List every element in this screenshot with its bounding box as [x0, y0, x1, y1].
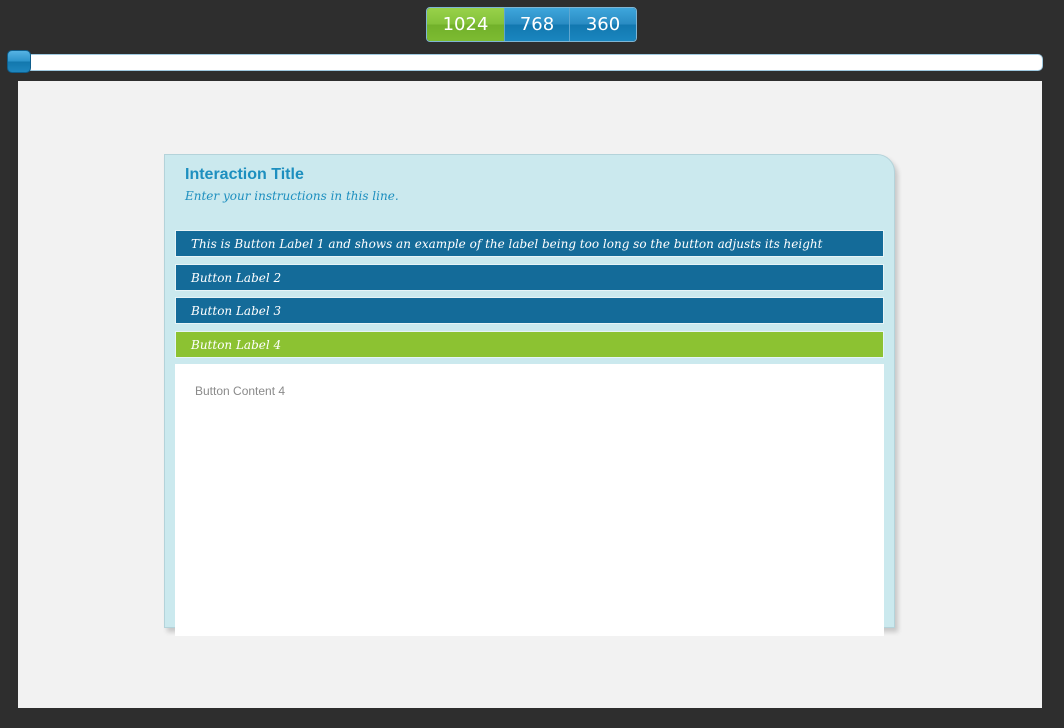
- size-1024-button[interactable]: 1024: [427, 8, 504, 41]
- interaction-card: Interaction Title Enter your instruction…: [164, 154, 895, 636]
- resolution-toggle: 1024 768 360: [426, 7, 637, 42]
- accordion-button-4[interactable]: Button Label 4: [175, 331, 884, 358]
- button-content-text: Button Content 4: [195, 384, 286, 398]
- button-content-panel: Button Content 4: [175, 364, 884, 636]
- accordion-button-2[interactable]: Button Label 2: [175, 264, 884, 291]
- size-768-button[interactable]: 768: [504, 8, 569, 41]
- width-slider-handle[interactable]: [7, 50, 31, 73]
- width-slider-track[interactable]: [8, 54, 1043, 71]
- interaction-title: Interaction Title: [185, 166, 304, 183]
- accordion-button-1[interactable]: This is Button Label 1 and shows an exam…: [175, 230, 884, 257]
- preview-stage: Interaction Title Enter your instruction…: [18, 81, 1042, 708]
- interaction-instructions: Enter your instructions in this line.: [185, 189, 399, 203]
- accordion-button-3[interactable]: Button Label 3: [175, 297, 884, 324]
- size-360-button[interactable]: 360: [569, 8, 636, 41]
